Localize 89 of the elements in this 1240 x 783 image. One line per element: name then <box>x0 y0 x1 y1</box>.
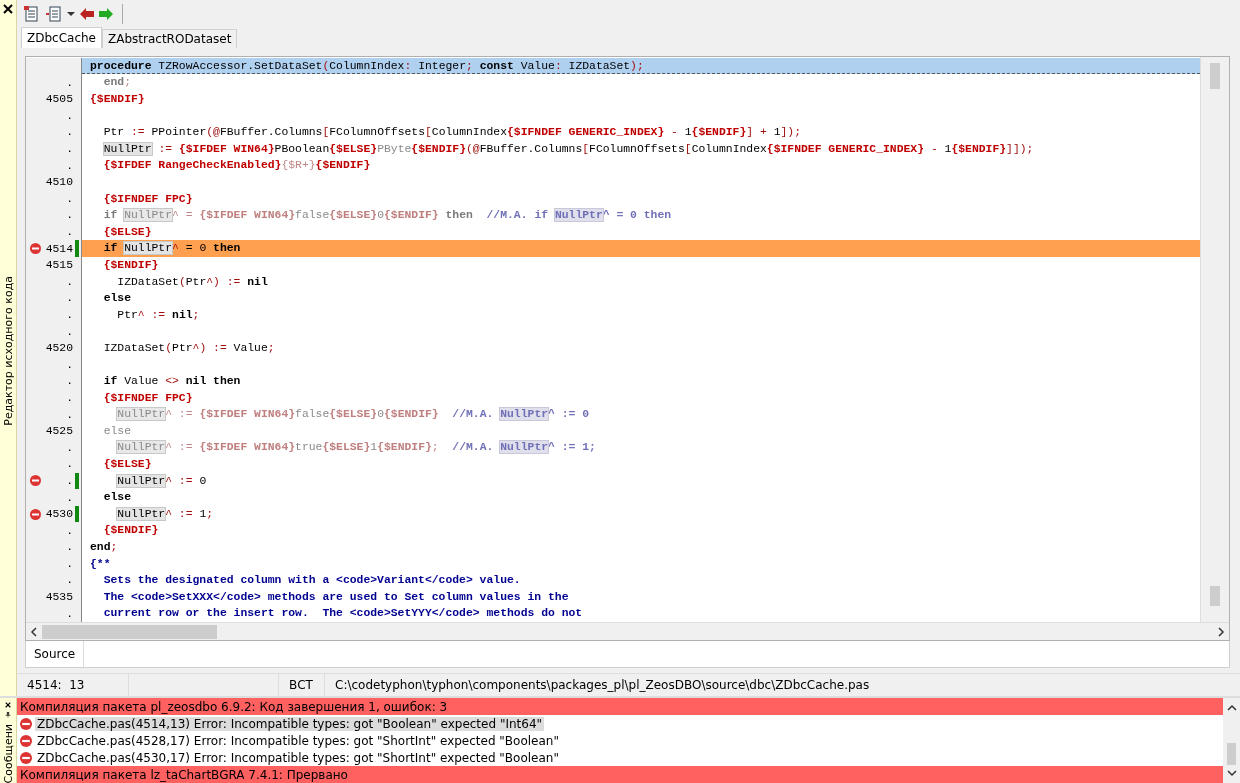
error-message[interactable]: ZDbcCache.pas(4530,17) Error: Incompatible types: got "ShortInt" expected "Boolean" <box>35 750 561 765</box>
code-line: IZDataSet(Ptr^) := nil <box>116 274 269 290</box>
horizontal-scrollbar[interactable] <box>26 622 1229 641</box>
panel-title: Редактор исходного кода <box>1 276 15 426</box>
line-number: . <box>66 441 74 454</box>
line-number: . <box>66 574 74 587</box>
chevron-down-icon[interactable] <box>1226 769 1237 777</box>
scrollbar-thumb[interactable] <box>1210 586 1220 607</box>
document-icon[interactable] <box>23 4 41 23</box>
code-line: NullPtr := {$IFDEF WIN64}PBoolean{$ELSE}PByte{$ENDIF}(@FBuffer.Columns[FColumnOffsets[ColumnIndex{$IFNDEF GENERIC_INDEX} - 1{$ENDIF}]]); <box>102 141 1035 157</box>
error-icon <box>20 734 32 747</box>
arrow-right-icon[interactable] <box>99 7 113 20</box>
arrow-left-icon[interactable] <box>80 7 94 20</box>
code-line: Sets the designated column with a <code>Variant</code> value. <box>102 573 522 589</box>
chevron-up-icon[interactable] <box>1226 704 1237 712</box>
code-line: current row or the insert row. The <code>SetYYY</code> methods do not <box>102 606 584 622</box>
line-number: . <box>66 76 74 89</box>
caret-icon[interactable] <box>67 10 75 17</box>
line-number: . <box>66 159 74 172</box>
code-line: NullPtr^ := 1; <box>116 506 215 522</box>
panel-title: Сообщени <box>1 723 15 783</box>
code-line: end; <box>89 540 119 555</box>
line-number: . <box>66 292 74 305</box>
line-number: 4520 <box>45 342 74 355</box>
line-number: . <box>66 109 74 122</box>
line-number: . <box>66 557 74 570</box>
line-number: . <box>66 391 74 404</box>
code-line: {$IFNDEF FPC} <box>102 191 194 207</box>
line-number: . <box>66 275 74 288</box>
code-line: {$ENDIF} <box>102 257 160 273</box>
code-line: Ptr := PPointer(@FBuffer.Columns[FColumnOffsets[ColumnIndex{$IFNDEF GENERIC_INDEX} - 1{$ENDIF}] + 1]); <box>102 125 802 141</box>
code-line: else <box>102 490 132 506</box>
line-number: . <box>66 126 74 139</box>
line-number: . <box>66 375 74 388</box>
file-tab[interactable]: ZAbstractRODataset <box>102 28 238 48</box>
code-line: NullPtr^ := 0 <box>116 473 208 489</box>
code-line: {$ELSE} <box>102 457 153 473</box>
file-tab[interactable]: ZDbcCache <box>21 26 102 48</box>
line-number: . <box>66 325 74 338</box>
line-number: . <box>66 209 74 222</box>
vertical-scrollbar[interactable] <box>1223 698 1240 783</box>
file-path: C:\codetyphon\typhon\components\packages_pl\pl_ZeosDBO\source\dbc\ZDbcCache.pas <box>334 677 871 695</box>
line-number: 4514 <box>45 242 74 255</box>
code-line: else <box>102 291 132 307</box>
line-number: 4515 <box>45 259 74 272</box>
chevron-right-icon[interactable] <box>1217 626 1225 637</box>
code-line: {$ELSE} <box>102 224 153 240</box>
error-message[interactable]: ZDbcCache.pas(4514,13) Error: Incompatible types: got "Boolean" expected "Int64" <box>35 716 545 731</box>
line-number: . <box>66 541 74 554</box>
line-number: . <box>66 607 74 620</box>
close-icon[interactable] <box>3 702 13 708</box>
line-number: . <box>66 524 74 537</box>
procedure-header: procedure TZRowAccessor.SetDataSet(ColumnIndex: Integer; const Value: IZDataSet); <box>82 57 1200 75</box>
line-number: . <box>66 408 74 421</box>
line-number: 4530 <box>45 508 74 521</box>
code-line: The <code>SetXXX</code> methods are used to Set column values in the <box>102 589 570 605</box>
code-line: {$IFNDEF FPC} <box>102 390 194 406</box>
close-icon[interactable] <box>3 4 13 14</box>
line-number: 4525 <box>45 425 74 438</box>
code-line: {$ENDIF} <box>89 91 146 107</box>
line-number: . <box>66 358 74 371</box>
line-number: . <box>66 491 74 504</box>
line-number: . <box>66 309 74 321</box>
error-message[interactable]: ZDbcCache.pas(4528,17) Error: Incompatible types: got "ShortInt" expected "Boolean" <box>35 733 561 748</box>
pin-icon[interactable] <box>4 711 12 718</box>
scrollbar-thumb[interactable] <box>1210 62 1220 89</box>
line-number: . <box>66 226 74 238</box>
line-number: . <box>66 458 74 471</box>
code-line: IZDataSet(Ptr^) := Value; <box>102 340 276 356</box>
chevron-left-icon[interactable] <box>30 626 38 637</box>
code-line: if Value <> nil then <box>102 374 242 390</box>
error-icon <box>20 717 32 730</box>
code-line: {$ENDIF} <box>102 523 160 539</box>
code-line: else <box>102 423 132 439</box>
line-number: . <box>66 143 74 156</box>
line-number: 4535 <box>45 591 74 604</box>
line-number: . <box>66 192 74 205</box>
scrollbar-thumb[interactable] <box>42 624 217 639</box>
error-icon <box>20 751 32 764</box>
list-icon[interactable] <box>46 4 62 23</box>
code-line: {** <box>89 556 112 572</box>
line-number: 4510 <box>45 176 74 189</box>
code-line: {$IFDEF RangeCheckEnabled}{$R+}{$ENDIF} <box>102 158 372 174</box>
vertical-scrollbar[interactable] <box>1200 56 1229 623</box>
line-number: 4505 <box>45 93 74 106</box>
code-line: end; <box>102 75 133 91</box>
scrollbar-thumb[interactable] <box>1227 743 1236 765</box>
line-number: . <box>66 474 74 487</box>
code-line: Ptr^ := nil; <box>116 307 201 323</box>
